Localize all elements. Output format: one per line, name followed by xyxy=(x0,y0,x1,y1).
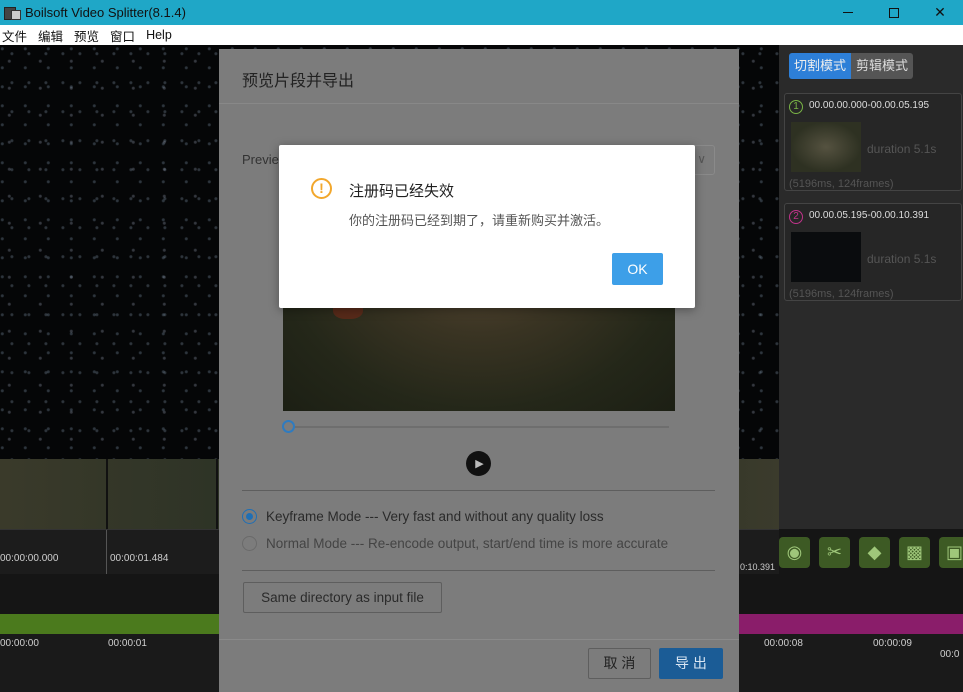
preview-label: Previe xyxy=(242,152,279,167)
dialog-header: 预览片段并导出 xyxy=(219,49,739,104)
divider xyxy=(242,570,715,571)
segment-duration: duration 5.1s xyxy=(867,252,937,266)
preview-seek-knob[interactable] xyxy=(282,420,295,433)
segment-time: 00.00.00.000-00.00.05.195 xyxy=(809,100,930,111)
segment-info: (5196ms, 124frames) xyxy=(789,178,894,190)
menu-preview[interactable]: 预览 xyxy=(72,26,105,45)
alert-dialog: ! 注册码已经失效 你的注册码已经到期了，请重新购买并激活。 OK xyxy=(279,145,695,308)
tab-cut-mode[interactable]: 切割模式 xyxy=(789,53,852,79)
ruler-label: 00:00:09 xyxy=(873,638,912,649)
tab-edit-mode[interactable]: 剪辑模式 xyxy=(851,53,914,79)
preview-seek-track[interactable] xyxy=(289,426,669,428)
ruler-label: 00:00:01 xyxy=(108,638,147,649)
segment-number: 2 xyxy=(789,210,803,224)
eye-icon: ◉ xyxy=(786,542,803,562)
mode-tabs: 切割模式 剪辑模式 xyxy=(789,53,914,79)
menu-help[interactable]: Help xyxy=(144,28,178,42)
play-button[interactable]: ▶ xyxy=(466,451,491,476)
ruler-label: 00:0 xyxy=(940,649,960,660)
segment-duration: duration 5.1s xyxy=(867,142,937,156)
play-icon: ▶ xyxy=(475,458,484,470)
puzzle-icon: ▣ xyxy=(945,542,963,562)
menu-window[interactable]: 窗口 xyxy=(108,26,141,45)
menu-file[interactable]: 文件 xyxy=(0,26,33,45)
tag-icon: ◆ xyxy=(867,542,882,562)
export-button[interactable]: 导 出 xyxy=(659,648,723,679)
chevron-down-icon: ∨ xyxy=(697,152,706,166)
window-controls: ✕ xyxy=(825,0,963,25)
ok-button[interactable]: OK xyxy=(612,253,663,285)
ruler-label: 00:00:01.484 xyxy=(110,553,169,564)
maximize-icon xyxy=(889,7,899,18)
segment-thumbnail xyxy=(791,122,861,172)
alert-message: 你的注册码已经到期了，请重新购买并激活。 xyxy=(349,213,610,228)
split-button[interactable]: ✂ xyxy=(819,537,850,568)
divider xyxy=(242,490,715,491)
minimize-icon xyxy=(843,12,853,13)
end-time-label: 0:10.391 xyxy=(740,562,776,572)
keyframe-mode-label: Keyframe Mode --- Very fast and without … xyxy=(266,509,604,524)
warning-icon: ! xyxy=(311,178,332,199)
segment-item[interactable]: 2 00.00.05.195-00.00.10.391 duration 5.1… xyxy=(784,203,962,301)
segment-thumbnail xyxy=(791,232,861,282)
ruler-label: 00:00:08 xyxy=(764,638,803,649)
scissors-icon: ✂ xyxy=(826,542,843,562)
app-icon xyxy=(4,6,21,20)
close-button[interactable]: ✕ xyxy=(917,0,963,25)
segment-tools: ◉ ✂ ◆ ▩ ▣ xyxy=(779,537,963,568)
menu-edit[interactable]: 编辑 xyxy=(36,26,69,45)
cancel-button[interactable]: 取 消 xyxy=(588,648,651,679)
title-bar: Boilsoft Video Splitter(8.1.4) ✕ xyxy=(0,0,963,25)
segment-info: (5196ms, 124frames) xyxy=(789,288,894,300)
tag-button[interactable]: ◆ xyxy=(859,537,890,568)
keyframe-mode-radio[interactable] xyxy=(242,509,257,524)
segment-number: 1 xyxy=(789,100,803,114)
ruler-label: 00:00:00 xyxy=(0,638,39,649)
delete-button[interactable]: ▩ xyxy=(899,537,930,568)
dialog-footer-divider xyxy=(219,639,739,640)
merge-button[interactable]: ▣ xyxy=(939,537,963,568)
thumb-separator xyxy=(216,459,218,529)
segment-panel: 切割模式 剪辑模式 1 00.00.00.000-00.00.05.195 du… xyxy=(779,45,963,529)
normal-mode-radio[interactable] xyxy=(242,536,257,551)
menu-bar: 文件 编辑 预览 窗口 Help xyxy=(0,25,963,45)
ruler-label: 00:00:00.000 xyxy=(0,553,59,564)
output-directory-button[interactable]: Same directory as input file xyxy=(243,582,442,613)
maximize-button[interactable] xyxy=(871,0,917,25)
ruler-tick xyxy=(106,530,107,574)
dialog-title: 预览片段并导出 xyxy=(242,73,355,90)
segment-time: 00.00.05.195-00.00.10.391 xyxy=(809,210,930,221)
minimize-button[interactable] xyxy=(825,0,871,25)
segment-track-2[interactable] xyxy=(739,614,963,634)
normal-mode-label: Normal Mode --- Re-encode output, start/… xyxy=(266,536,669,551)
preview-segment-button[interactable]: ◉ xyxy=(779,537,810,568)
close-icon: ✕ xyxy=(934,4,946,20)
normal-mode-option[interactable]: Normal Mode --- Re-encode output, start/… xyxy=(242,536,668,551)
alert-title: 注册码已经失效 xyxy=(349,183,455,200)
window-title: Boilsoft Video Splitter(8.1.4) xyxy=(25,5,186,20)
keyframe-mode-option[interactable]: Keyframe Mode --- Very fast and without … xyxy=(242,509,604,524)
segment-item[interactable]: 1 00.00.00.000-00.00.05.195 duration 5.1… xyxy=(784,93,962,191)
trash-icon: ▩ xyxy=(905,542,923,562)
thumb-separator xyxy=(106,459,108,529)
